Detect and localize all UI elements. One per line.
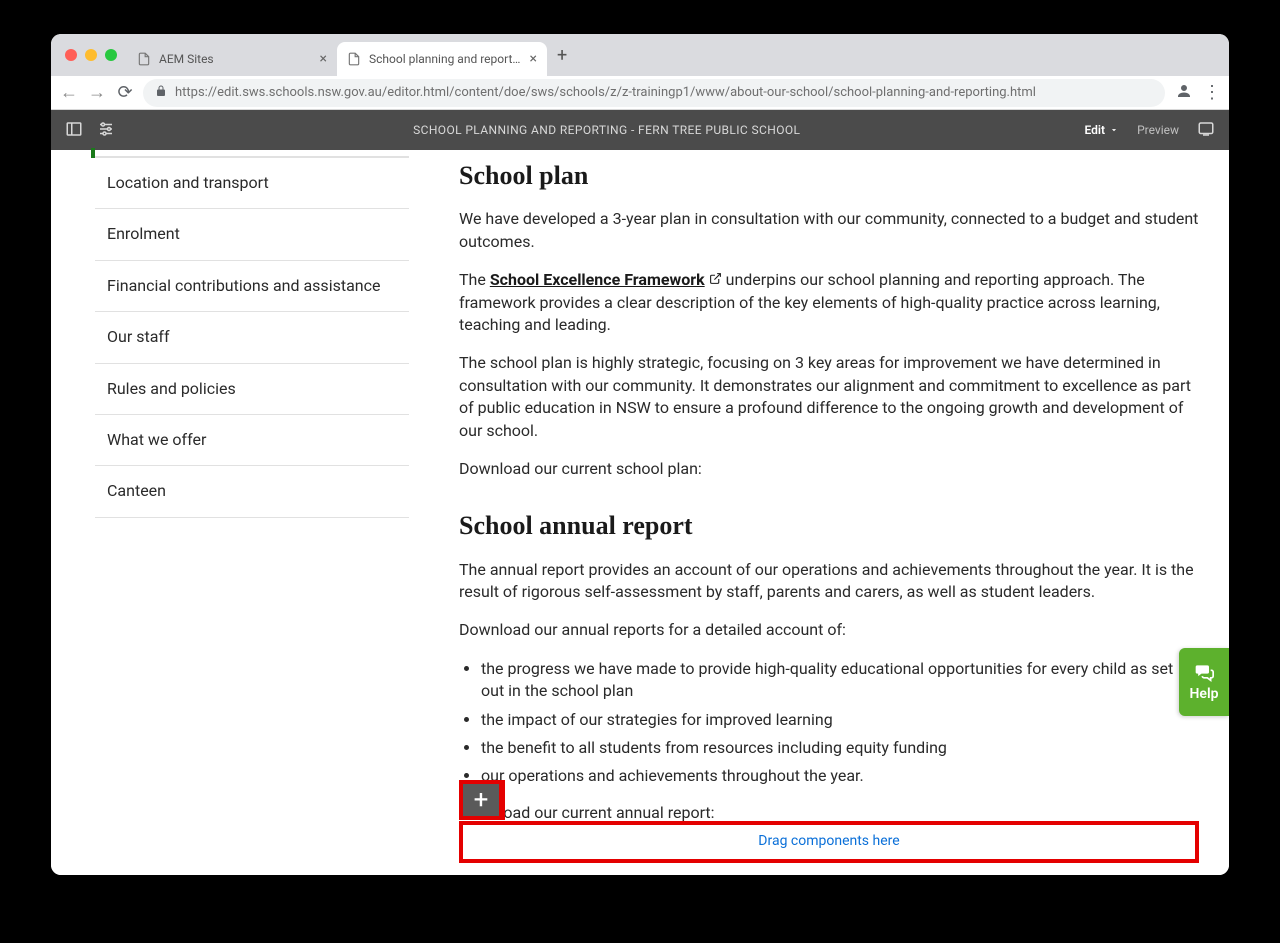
help-label: Help xyxy=(1190,686,1219,702)
drag-components-dropzone[interactable]: Drag components here xyxy=(459,821,1199,863)
list-item: the benefit to all students from resourc… xyxy=(481,737,1199,759)
add-component-button[interactable]: + xyxy=(459,780,505,820)
url-input[interactable]: https://edit.sws.schools.nsw.gov.au/edit… xyxy=(143,79,1165,107)
page-properties-icon[interactable] xyxy=(97,120,115,141)
tab-strip: AEM Sites × School planning and reportin… xyxy=(51,34,1229,76)
paragraph: Download our annual reports for a detail… xyxy=(459,619,1199,641)
minimize-window-button[interactable] xyxy=(85,49,97,61)
sidebar-item-financial[interactable]: Financial contributions and assistance xyxy=(95,261,409,312)
school-excellence-link[interactable]: School Excellence Framework xyxy=(490,270,705,289)
paragraph: The annual report provides an account of… xyxy=(459,559,1199,604)
edit-mode-dropdown[interactable]: Edit xyxy=(1085,123,1120,137)
page-icon xyxy=(347,52,361,66)
forward-button[interactable]: → xyxy=(87,82,107,103)
url-text: https://edit.sws.schools.nsw.gov.au/edit… xyxy=(175,85,1036,100)
side-panel-icon[interactable] xyxy=(65,120,83,141)
list-item: our operations and achievements througho… xyxy=(481,765,1199,787)
reload-button[interactable]: ⟳ xyxy=(115,82,135,103)
close-tab-icon[interactable]: × xyxy=(320,51,327,67)
sidebar-item-enrolment[interactable]: Enrolment xyxy=(95,209,409,260)
preview-button[interactable]: Preview xyxy=(1137,123,1179,137)
external-link-icon xyxy=(709,272,722,291)
back-button[interactable]: ← xyxy=(59,82,79,103)
window-controls xyxy=(61,49,127,61)
paragraph: Download our current school plan: xyxy=(459,458,1199,480)
help-button[interactable]: Help xyxy=(1179,648,1229,716)
page-icon xyxy=(137,52,151,66)
paragraph: The School Excellence Framework underpin… xyxy=(459,269,1199,336)
page-title: SCHOOL PLANNING AND REPORTING - FERN TRE… xyxy=(129,123,1085,137)
tab-title: School planning and reporting xyxy=(369,52,522,66)
chat-icon xyxy=(1192,662,1216,682)
maximize-window-button[interactable] xyxy=(105,49,117,61)
new-tab-button[interactable]: + xyxy=(547,45,577,66)
sidebar-item-canteen[interactable]: Canteen xyxy=(95,466,409,517)
profile-icon[interactable] xyxy=(1173,82,1195,104)
paragraph: The school plan is highly strategic, foc… xyxy=(459,352,1199,442)
lock-icon xyxy=(155,85,167,100)
bullet-list: the progress we have made to provide hig… xyxy=(459,658,1199,788)
tab-title: AEM Sites xyxy=(159,52,312,66)
heading-school-plan: School plan xyxy=(459,158,1199,194)
address-bar: ← → ⟳ https://edit.sws.schools.nsw.gov.a… xyxy=(51,76,1229,110)
list-item: the progress we have made to provide hig… xyxy=(481,658,1199,703)
sidebar-item-staff[interactable]: Our staff xyxy=(95,312,409,363)
sidebar-item-rules[interactable]: Rules and policies xyxy=(95,364,409,415)
list-item: the impact of our strategies for improve… xyxy=(481,709,1199,731)
drag-label: Drag components here xyxy=(758,832,899,852)
annotate-icon[interactable] xyxy=(1197,120,1215,141)
browser-menu-button[interactable]: ⋮ xyxy=(1203,82,1221,103)
sidebar-nav: Location and transport Enrolment Financi… xyxy=(51,150,409,875)
heading-annual-report: School annual report xyxy=(459,508,1199,544)
chevron-down-icon xyxy=(1109,125,1119,135)
close-tab-icon[interactable]: × xyxy=(530,51,537,67)
main-content: School plan We have developed a 3-year p… xyxy=(409,150,1229,875)
sidebar-item-offer[interactable]: What we offer xyxy=(95,415,409,466)
tab-school-planning[interactable]: School planning and reporting × xyxy=(337,42,547,76)
paragraph: We have developed a 3-year plan in consu… xyxy=(459,208,1199,253)
aem-editor-bar: SCHOOL PLANNING AND REPORTING - FERN TRE… xyxy=(51,110,1229,150)
tab-aem-sites[interactable]: AEM Sites × xyxy=(127,42,337,76)
close-window-button[interactable] xyxy=(65,49,77,61)
browser-window: AEM Sites × School planning and reportin… xyxy=(51,34,1229,875)
sidebar-item-location[interactable]: Location and transport xyxy=(95,158,409,209)
page-content: Location and transport Enrolment Financi… xyxy=(51,150,1229,875)
